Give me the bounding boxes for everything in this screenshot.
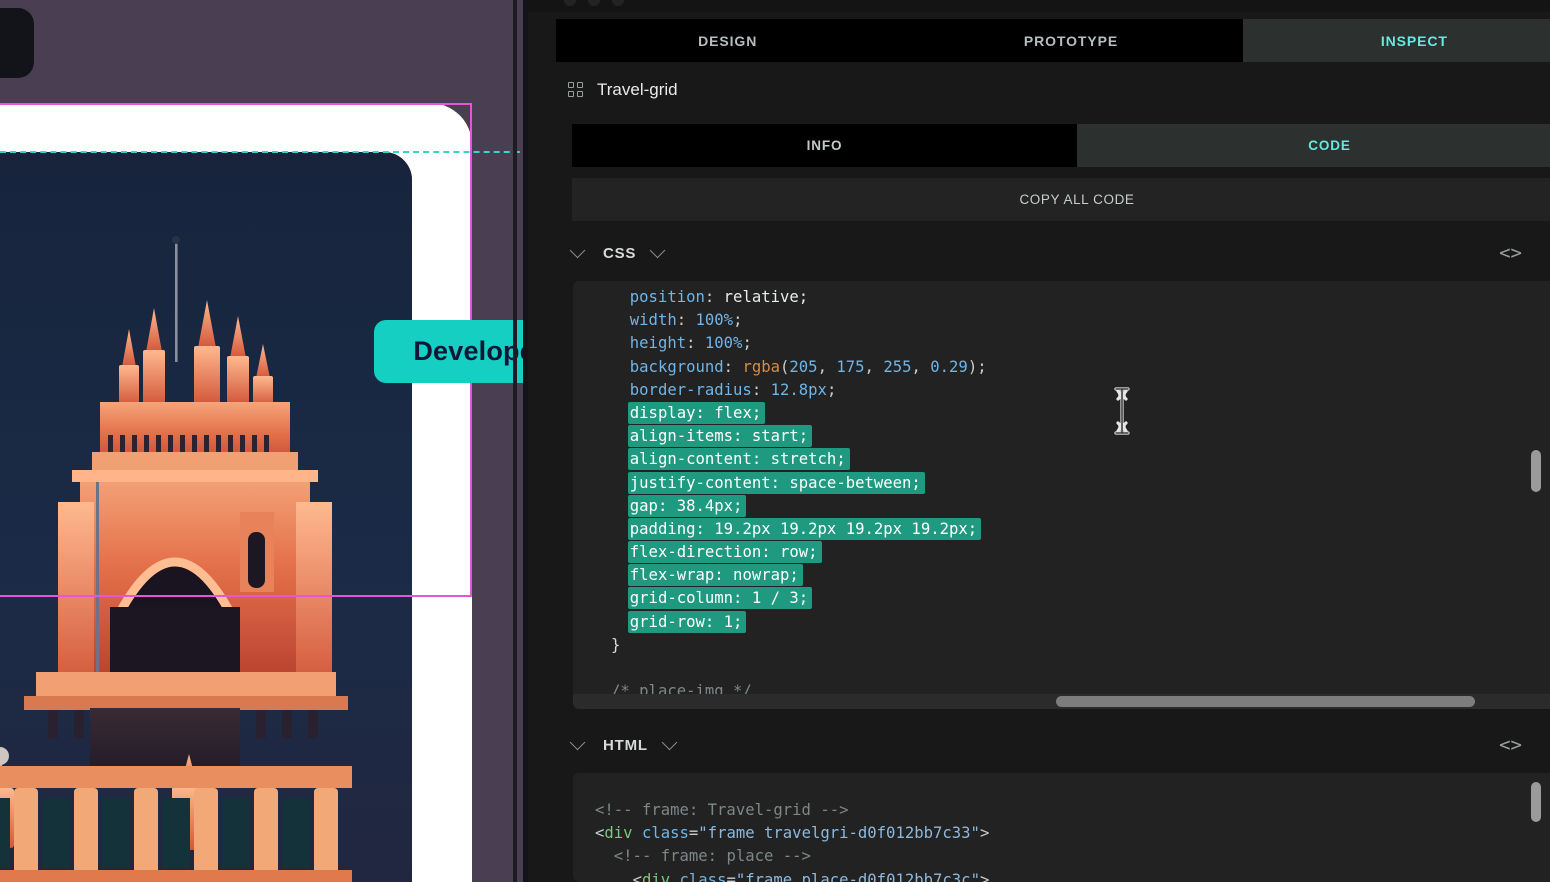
selected-layer-row[interactable]: Travel-grid	[568, 80, 678, 100]
design-canvas[interactable]: Developer	[0, 0, 528, 882]
html-section-header[interactable]: HTML <>	[569, 726, 1550, 764]
code-brackets-icon-html[interactable]: <>	[1499, 734, 1522, 756]
inspect-panel: DESIGN PROTOTYPE INSPECT Travel-grid INF…	[528, 0, 1550, 882]
grid-icon	[568, 82, 584, 98]
maximize-dot-icon[interactable]	[612, 0, 624, 6]
css-vertical-scrollbar-thumb[interactable]	[1531, 450, 1541, 492]
css-code-block[interactable]: position: relative; width: 100%; height:…	[573, 281, 1550, 709]
mode-tabs: DESIGN PROTOTYPE INSPECT	[556, 19, 1550, 62]
alignment-guide	[0, 151, 528, 153]
tab-info[interactable]: INFO	[572, 124, 1077, 167]
html-code-block[interactable]: <!-- frame: Travel-grid --> <div class="f…	[573, 773, 1550, 882]
text-cursor-icon	[1114, 387, 1130, 435]
css-section-header[interactable]: CSS <>	[569, 234, 1550, 272]
chevron-down-icon[interactable]	[569, 242, 586, 259]
tab-code[interactable]: CODE	[1077, 124, 1550, 167]
tab-inspect[interactable]: INSPECT	[1242, 19, 1550, 62]
html-section-label: HTML	[603, 736, 648, 754]
code-brackets-icon[interactable]: <>	[1499, 242, 1522, 264]
place-image[interactable]	[0, 152, 412, 882]
chevron-down-icon-html[interactable]	[569, 734, 586, 751]
css-horizontal-scrollbar-thumb[interactable]	[1056, 696, 1475, 707]
css-format-chevron-icon[interactable]	[649, 242, 666, 259]
html-vertical-scrollbar-thumb[interactable]	[1531, 782, 1541, 822]
developer-badge[interactable]: Developer	[374, 320, 528, 383]
color-swatch-chip[interactable]	[0, 8, 34, 78]
window-titlebar	[528, 0, 1550, 12]
tab-prototype[interactable]: PROTOTYPE	[899, 19, 1242, 62]
canvas-divider-outer	[513, 0, 517, 882]
css-code-text: position: relative; width: 100%; height:…	[611, 288, 987, 701]
app-root: Developer DESIGN PROTOTYPE INSPECT Trave…	[0, 0, 1550, 882]
css-section-label: CSS	[603, 244, 637, 262]
copy-all-code-button[interactable]: COPY ALL CODE	[572, 178, 1550, 221]
tab-design[interactable]: DESIGN	[556, 19, 899, 62]
sub-tabs: INFO CODE	[572, 124, 1550, 167]
html-format-chevron-icon[interactable]	[661, 734, 678, 751]
selected-layer-name: Travel-grid	[597, 80, 678, 99]
minimize-dot-icon[interactable]	[588, 0, 600, 6]
html-code-text: <!-- frame: Travel-grid --> <div class="f…	[595, 801, 990, 882]
frame-selection-outline-bottom	[0, 595, 472, 597]
close-dot-icon[interactable]	[564, 0, 576, 6]
